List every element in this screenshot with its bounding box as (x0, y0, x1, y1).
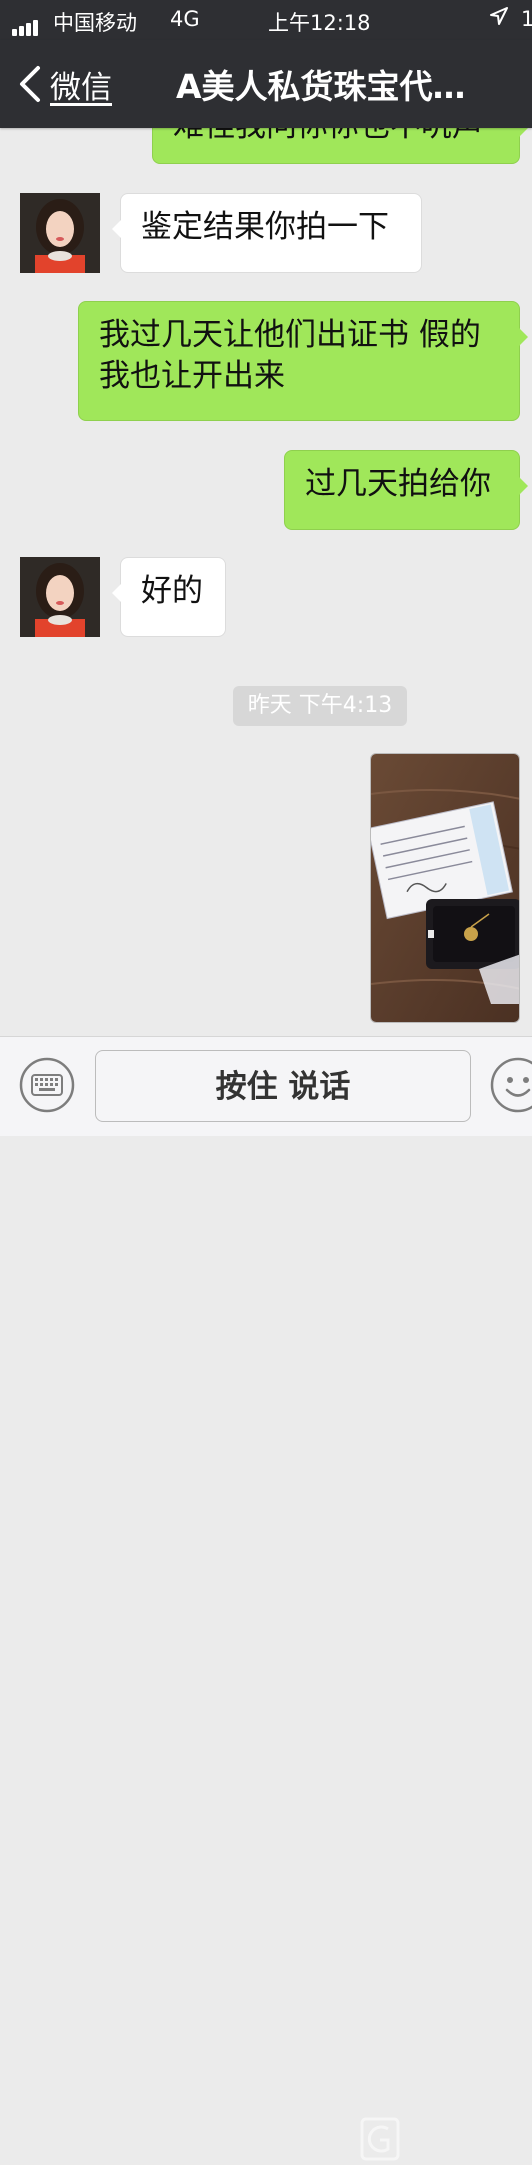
message-list[interactable]: 难怪我问你你也不吭声 鉴定结果你拍一下 我过几天让他们出证书 假的 我也让开出来… (0, 128, 532, 1036)
network-type: 4G (170, 7, 200, 31)
contact-avatar[interactable] (20, 557, 100, 637)
carrier-name: 中国移动 (53, 11, 137, 35)
message-text: 好的 (141, 573, 203, 609)
signal-icon (12, 12, 40, 36)
photo-thumbnail (371, 754, 519, 1022)
message-text: 鉴定结果你拍一下 (141, 209, 389, 245)
avatar-image (20, 193, 100, 273)
hold-to-talk-button[interactable]: 按住 说话 (95, 1050, 471, 1122)
chat-header: 微信 A美人私货珠宝代… (0, 40, 532, 128)
chat-title: A美人私货珠宝代… (176, 67, 466, 106)
clock: 上午12:18 (268, 11, 371, 35)
message-timestamp: 昨天 下午4:13 (233, 686, 407, 726)
back-label[interactable]: 微信 (50, 62, 112, 107)
contact-avatar[interactable] (20, 193, 100, 273)
message-text: 过几天拍给你 (305, 466, 491, 502)
message-text-line-1: 我过几天让他们出证书 假的 (99, 317, 481, 353)
outgoing-photo-message[interactable] (370, 753, 520, 1023)
watermark-logo (360, 2117, 400, 2161)
keyboard-icon (19, 1057, 75, 1113)
outgoing-message[interactable]: 过几天拍给你 (284, 450, 528, 530)
emoji-icon (490, 1057, 532, 1113)
message-text-line-2: 我也让开出来 (99, 358, 285, 394)
outgoing-message[interactable]: 难怪我问你你也不吭声 (152, 128, 528, 164)
back-chevron-icon (20, 66, 40, 102)
avatar-image (20, 557, 100, 637)
incoming-message[interactable]: 好的 (112, 557, 226, 637)
emoji-button[interactable] (490, 1057, 532, 1113)
message-text: 难怪我问你你也不吭声 (173, 128, 483, 144)
battery-level: 1 (521, 7, 532, 31)
input-bar: 按住 说话 (0, 1036, 532, 2161)
outgoing-message[interactable]: 我过几天让他们出证书 假的 我也让开出来 (78, 301, 528, 421)
status-bar: 中国移动 4G 上午12:18 1 (0, 0, 532, 40)
incoming-message[interactable]: 鉴定结果你拍一下 (112, 193, 422, 273)
keyboard-toggle-button[interactable] (19, 1057, 75, 1113)
location-arrow-icon (490, 6, 508, 30)
